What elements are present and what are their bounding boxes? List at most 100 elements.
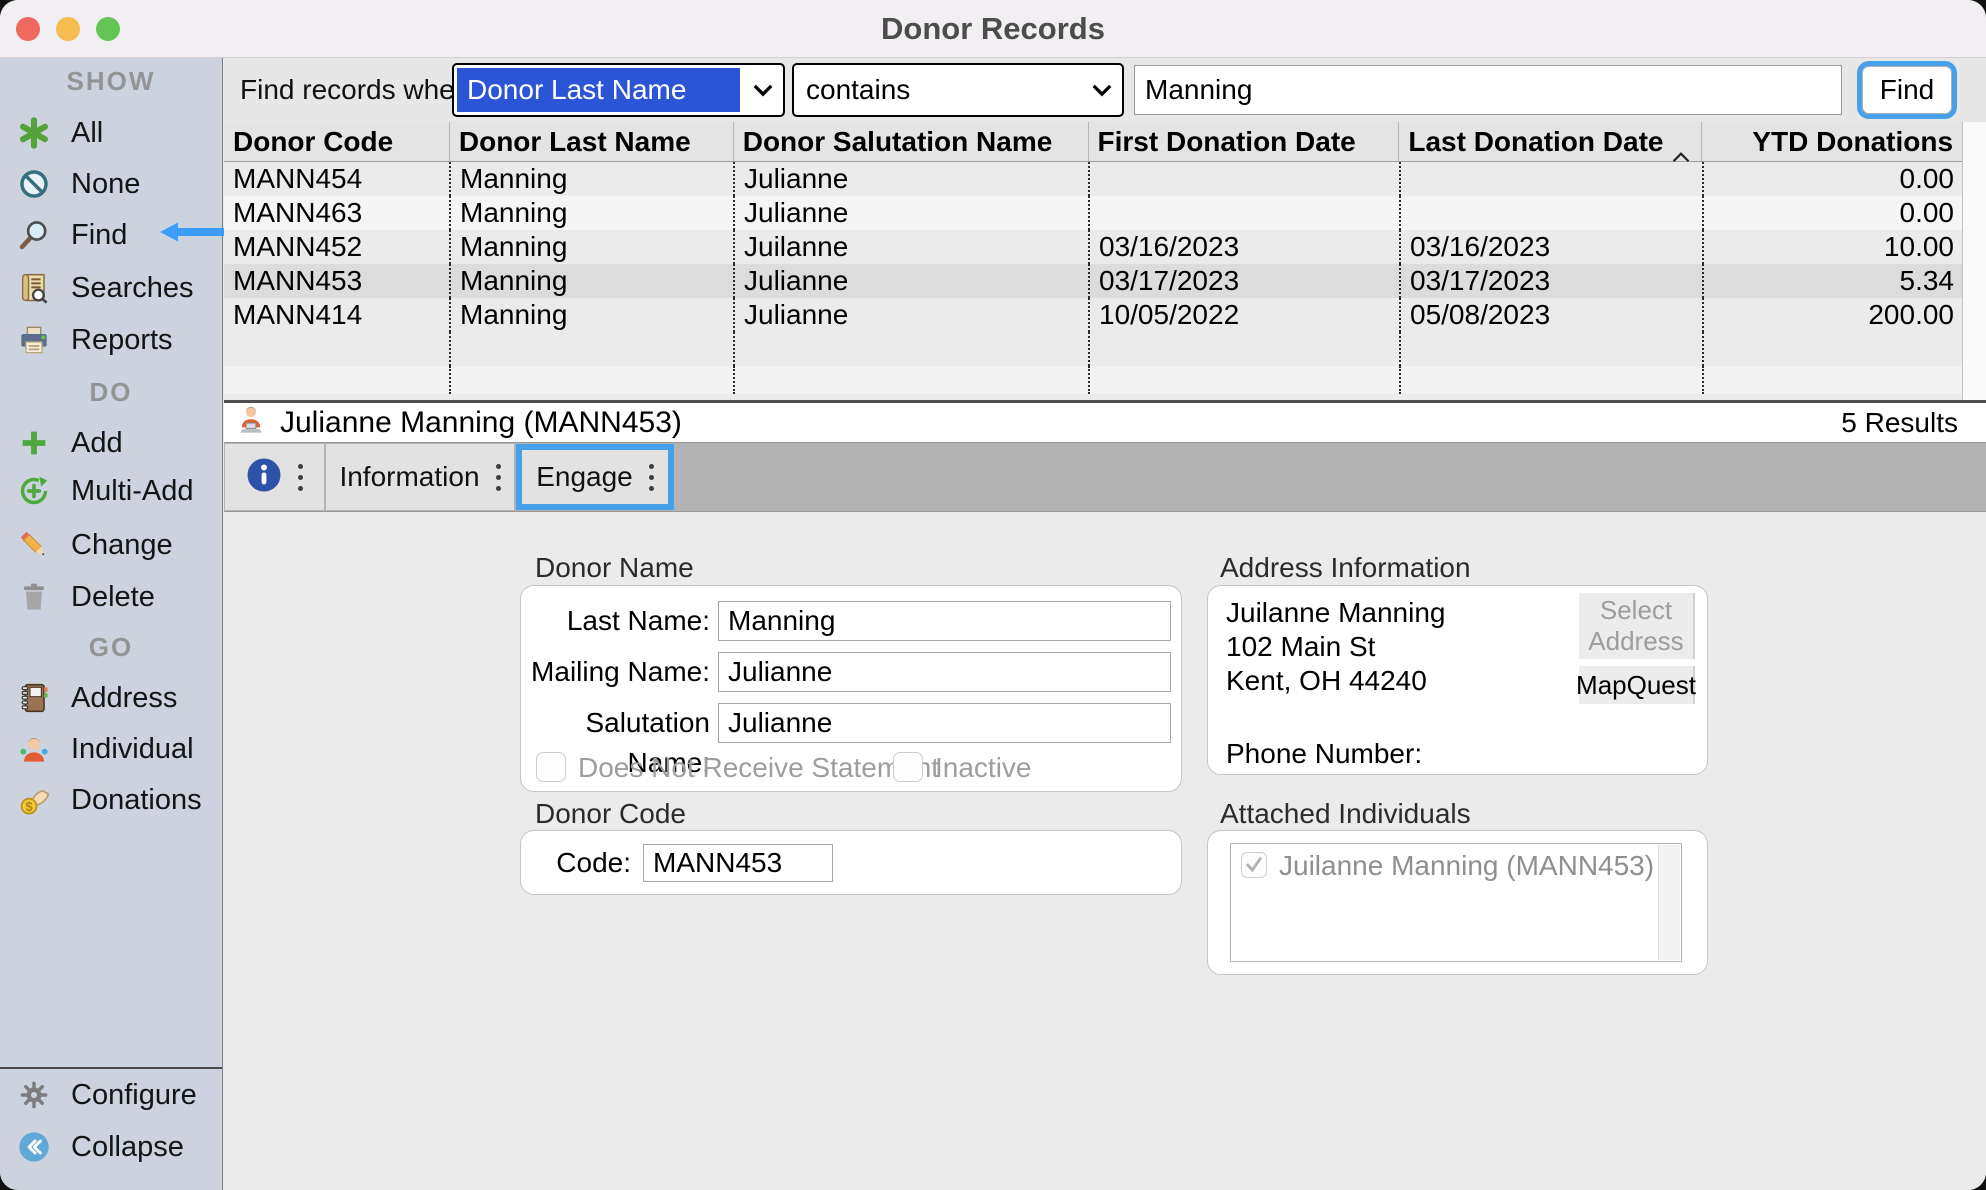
mailing-name-label: Mailing Name: <box>521 652 710 692</box>
column-header-donor-code[interactable]: Donor Code <box>224 122 449 161</box>
column-header-donor-salutation-name[interactable]: Donor Salutation Name <box>733 122 1088 161</box>
trash-icon <box>16 579 52 615</box>
code-field[interactable] <box>643 844 833 882</box>
sidebar-item-individual[interactable]: Individual <box>0 727 222 771</box>
sidebar-item-reports[interactable]: Reports <box>0 318 222 362</box>
mailing-name-field[interactable] <box>718 652 1171 692</box>
table-body: MANN454ManningJulianne0.00 MANN463Mannin… <box>224 162 1986 394</box>
find-operator-select[interactable]: contains <box>792 63 1124 117</box>
table-row[interactable]: MANN463ManningJulianne0.00 <box>224 196 1986 230</box>
sidebar-item-label: Find <box>71 219 127 252</box>
kebab-menu-icon[interactable] <box>298 464 303 491</box>
record-title: Julianne Manning (MANN453) <box>280 406 682 440</box>
sidebar-item-address[interactable]: Address <box>0 676 222 720</box>
sidebar-item-label: None <box>71 168 140 201</box>
does-not-receive-statement-checkbox[interactable] <box>536 752 566 782</box>
last-name-field[interactable] <box>718 601 1171 641</box>
sidebar-item-label: Multi-Add <box>71 475 194 508</box>
chevron-down-icon <box>1082 65 1122 115</box>
sidebar-item-all[interactable]: All <box>0 111 222 155</box>
sidebar-item-label: Collapse <box>71 1131 184 1164</box>
phone-number-label: Phone Number: <box>1226 738 1422 770</box>
kebab-menu-icon[interactable] <box>649 464 654 491</box>
select-address-button[interactable]: Select Address <box>1579 593 1695 659</box>
sidebar-item-searches[interactable]: Searches <box>0 266 222 310</box>
column-header-ytd-donations[interactable]: YTD Donations <box>1701 122 1962 161</box>
kebab-menu-icon[interactable] <box>496 464 501 491</box>
attached-individuals-panel: Juilanne Manning (MANN453) <box>1207 830 1708 975</box>
app-window: Donor Records SHOW All None Find <box>0 0 1986 1190</box>
table-row-selected[interactable]: MANN453ManningJulianne03/17/202303/17/20… <box>224 264 1986 298</box>
find-field-select[interactable]: Donor Last Name <box>452 63 785 117</box>
table-row[interactable]: MANN414ManningJulianne10/05/202205/08/20… <box>224 298 1986 332</box>
salutation-name-field[interactable] <box>718 703 1171 743</box>
tab-information[interactable]: Information <box>326 444 514 510</box>
sidebar-item-collapse[interactable]: Collapse <box>0 1125 222 1169</box>
table-vertical-scrollbar[interactable] <box>1962 122 1986 403</box>
attached-individuals-listbox[interactable]: Juilanne Manning (MANN453) <box>1230 843 1682 962</box>
tab-bar: Information Engage <box>224 442 1986 512</box>
sidebar-item-label: Donations <box>71 784 202 817</box>
address-block: Juilanne Manning 102 Main St Kent, OH 44… <box>1226 596 1446 698</box>
sidebar-item-label: Individual <box>71 733 194 766</box>
find-button-focus-ring: Find <box>1857 61 1957 119</box>
attached-individuals-section-label: Attached Individuals <box>1220 798 1471 830</box>
mapquest-button[interactable]: MapQuest <box>1579 666 1695 704</box>
sidebar-item-none[interactable]: None <box>0 162 222 206</box>
tab-engage-active[interactable]: Engage <box>516 444 674 510</box>
find-records-where-label: Find records where <box>240 58 480 122</box>
donor-name-panel: Last Name: Mailing Name: Salutation Name… <box>520 585 1182 792</box>
sidebar-item-add[interactable]: Add <box>0 421 222 465</box>
chevron-down-icon <box>743 65 783 115</box>
magnifier-icon <box>16 217 52 253</box>
main-content: Find records where Donor Last Name conta… <box>224 58 1986 1190</box>
sidebar-item-donations[interactable]: $ Donations <box>0 778 222 822</box>
listbox-scrollbar[interactable] <box>1658 845 1680 960</box>
checked-checkbox-icon[interactable] <box>1241 852 1267 878</box>
sidebar-item-label: Configure <box>71 1079 197 1112</box>
table-row[interactable]: MANN454ManningJulianne0.00 <box>224 162 1986 196</box>
sidebar-item-multi-add[interactable]: Multi-Add <box>0 469 222 513</box>
table-empty-row <box>224 332 1986 366</box>
coin-hand-icon: $ <box>16 782 52 818</box>
sidebar-item-label: Change <box>71 529 173 562</box>
column-header-donor-last-name[interactable]: Donor Last Name <box>449 122 733 161</box>
sidebar-section-go: GO <box>0 632 222 663</box>
record-header: Julianne Manning (MANN453) 5 Results <box>224 403 1986 442</box>
find-value-input[interactable] <box>1134 65 1842 115</box>
address-book-icon <box>16 680 52 716</box>
inactive-checkbox[interactable] <box>893 752 923 782</box>
collapse-icon <box>16 1129 52 1165</box>
sidebar-item-label: Address <box>71 682 177 715</box>
asterisk-icon <box>16 115 52 151</box>
find-button[interactable]: Find <box>1862 66 1952 114</box>
column-header-last-donation-date[interactable]: Last Donation Date <box>1398 122 1701 161</box>
detail-form: Donor Name Last Name: Mailing Name: Salu… <box>224 512 1986 1190</box>
table-empty-row <box>224 366 1986 394</box>
pencil-icon <box>16 527 52 563</box>
code-label: Code: <box>529 844 631 882</box>
sidebar-item-change[interactable]: Change <box>0 523 222 567</box>
sidebar-item-find[interactable]: Find <box>0 213 222 257</box>
sidebar: SHOW All None Find Sea <box>0 58 223 1190</box>
titlebar: Donor Records <box>0 0 1986 58</box>
table-row[interactable]: MANN452ManningJuilanne03/16/202303/16/20… <box>224 230 1986 264</box>
close-window-button[interactable] <box>16 17 40 41</box>
sidebar-section-show: SHOW <box>0 66 222 97</box>
sidebar-item-configure[interactable]: Configure <box>0 1073 222 1117</box>
info-icon <box>246 457 282 498</box>
minimize-window-button[interactable] <box>56 17 80 41</box>
address-line: Kent, OH 44240 <box>1226 664 1446 698</box>
sidebar-item-label: Searches <box>71 272 194 305</box>
donor-code-panel: Code: <box>520 830 1182 895</box>
column-header-first-donation-date[interactable]: First Donation Date <box>1088 122 1399 161</box>
multi-add-icon <box>16 473 52 509</box>
sidebar-item-label: Add <box>71 427 123 460</box>
sidebar-item-label: Reports <box>71 324 173 357</box>
record-info-button[interactable] <box>225 444 324 510</box>
donor-code-section-label: Donor Code <box>535 798 686 830</box>
sidebar-divider <box>0 1067 222 1069</box>
zoom-window-button[interactable] <box>96 17 120 41</box>
address-line: Juilanne Manning <box>1226 596 1446 630</box>
sidebar-item-delete[interactable]: Delete <box>0 575 222 619</box>
